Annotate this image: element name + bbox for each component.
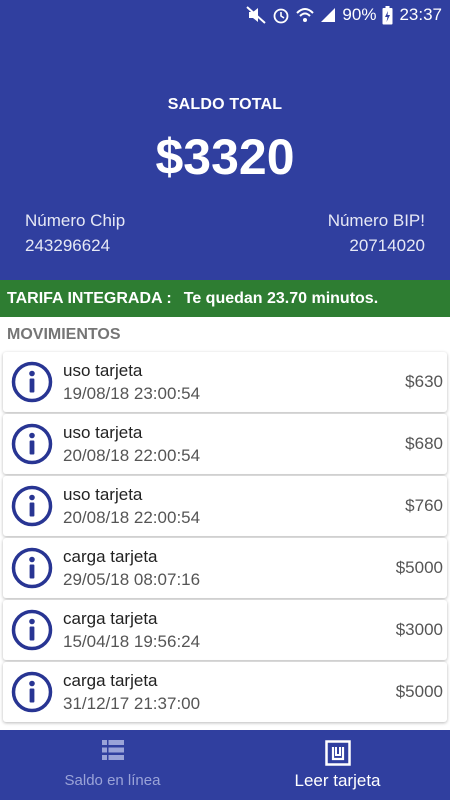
info-icon [11,361,53,403]
movements-title: MOVIMIENTOS [7,326,121,343]
movement-item[interactable]: carga tarjeta 15/04/18 19:56:24 $3000 [3,600,447,660]
alarm-icon [272,6,290,24]
info-icon [11,423,53,465]
movement-item[interactable]: uso tarjeta 20/08/18 22:00:54 $680 [3,414,447,474]
movement-type: carga tarjeta [63,671,158,690]
bip-label: Número BIP! [327,211,425,230]
movement-type: carga tarjeta [63,609,158,628]
mute-icon [246,6,267,24]
movement-date: 19/08/18 23:00:54 [63,384,201,403]
movement-date: 15/04/18 19:56:24 [63,632,201,651]
status-bar: 90% 23:37 [0,0,450,30]
movement-date: 29/05/18 08:07:16 [63,570,201,589]
info-icon [11,547,53,589]
bottom-navigation: Saldo en línea Leer tarjeta [0,730,450,800]
chip-label: Número Chip [25,211,126,230]
card-reader-icon [324,740,351,771]
movement-amount: $680 [405,434,443,453]
clock: 23:37 [399,5,442,24]
bip-value: 20714020 [349,236,425,255]
balance-amount: $3320 [155,129,295,185]
bip-info: Número BIP! 20714020 [328,208,425,258]
movements-list[interactable]: uso tarjeta 19/08/18 23:00:54 $630 uso t… [0,352,450,725]
nav-saldo-en-linea[interactable]: Saldo en línea [0,730,225,800]
movement-amount: $5000 [395,682,443,701]
list-icon [101,740,124,765]
movement-amount: $760 [405,496,443,515]
movement-type: uso tarjeta [63,423,143,442]
movement-item[interactable]: carga tarjeta 31/12/17 21:37:00 $5000 [3,662,447,722]
chip-value: 243296624 [25,236,111,255]
movement-date: 20/08/18 22:00:54 [63,446,201,465]
balance-label: SALDO TOTAL [167,96,283,113]
movement-type: uso tarjeta [63,361,143,380]
battery-icon [382,5,393,25]
chip-info: Número Chip 243296624 [25,208,125,258]
movement-amount: $3000 [395,620,443,639]
movement-type: carga tarjeta [63,547,158,566]
movement-date: 20/08/18 22:00:54 [63,508,201,527]
movement-item[interactable]: carga tarjeta 29/05/18 08:07:16 $5000 [3,538,447,598]
nav-leer-tarjeta[interactable]: Leer tarjeta [225,730,450,800]
nav-label: Saldo en línea [64,772,161,789]
wifi-icon [296,6,315,24]
movement-date: 31/12/17 21:37:00 [63,694,201,713]
movement-item[interactable]: uso tarjeta 20/08/18 22:00:54 $760 [3,476,447,536]
movement-type: uso tarjeta [63,485,143,504]
nav-label: Leer tarjeta [294,771,381,790]
tarifa-label: TARIFA INTEGRADA : [7,289,172,307]
info-icon [11,671,53,713]
battery-percent: 90% [342,5,377,24]
tarifa-banner: TARIFA INTEGRADA : Te quedan 23.70 minut… [0,280,450,317]
signal-icon [320,6,336,24]
movement-item[interactable]: uso tarjeta 19/08/18 23:00:54 $630 [3,352,447,412]
movement-amount: $5000 [395,558,443,577]
movement-amount: $630 [405,372,443,391]
balance-header: SALDO TOTAL $3320 Número Chip 243296624 … [0,30,450,280]
tarifa-message: Te quedan 23.70 minutos. [183,289,379,307]
info-icon [11,485,53,527]
info-icon [11,609,53,651]
